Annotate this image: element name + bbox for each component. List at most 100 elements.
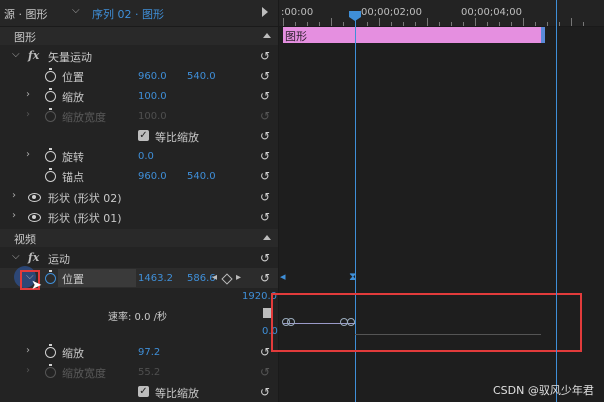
motion-position-x-value[interactable]: 1463.2	[138, 273, 173, 284]
ruler-tick	[487, 22, 488, 26]
sequence-tab[interactable]: 序列 02 · 图形	[92, 6, 164, 22]
ruler-tick	[571, 18, 572, 26]
chevron-right-icon[interactable]: ›	[26, 345, 30, 356]
clip-end-handle[interactable]	[541, 27, 545, 43]
ruler-tick	[547, 22, 548, 26]
keyframe-start-icon[interactable]: ◂	[280, 270, 286, 283]
reset-icon[interactable]: ↺	[260, 70, 272, 82]
chevron-down-icon[interactable]: ⌵	[12, 251, 20, 262]
motion-scale-width-value: 55.2	[138, 367, 161, 378]
position-x-value[interactable]: 960.0	[138, 71, 167, 82]
ruler-tick	[403, 22, 404, 26]
reset-icon[interactable]: ↺	[260, 191, 272, 203]
add-keyframe-icon[interactable]	[221, 273, 233, 285]
chevron-right-icon: ›	[26, 109, 30, 120]
ruler-tick	[475, 18, 476, 26]
ruler-tick	[331, 18, 332, 26]
chevron-right-icon[interactable]: ›	[12, 190, 16, 201]
param-motion-scale: › 缩放 97.2 ↺	[0, 342, 278, 362]
reset-icon[interactable]: ↺	[260, 50, 272, 62]
param-label: 位置	[62, 71, 84, 84]
fx-icon[interactable]: fx	[28, 49, 39, 62]
velocity-handle[interactable]	[287, 318, 295, 326]
checkbox-label: 等比缩放	[155, 387, 199, 400]
param-label: 缩放宽度	[62, 111, 106, 124]
checkbox-label: 等比缩放	[155, 131, 199, 144]
motion-scale-value[interactable]: 97.2	[138, 347, 160, 358]
next-keyframe-icon[interactable]: ▸	[236, 272, 241, 283]
ruler-tick	[319, 22, 320, 26]
param-label: 缩放	[62, 91, 84, 104]
reset-icon[interactable]: ↺	[260, 252, 272, 264]
scale-value[interactable]: 100.0	[138, 91, 167, 102]
timecode-end: 00;00;04;00	[461, 7, 523, 18]
stopwatch-icon[interactable]	[45, 168, 56, 182]
rotation-value[interactable]: 0.0	[138, 151, 154, 162]
position-y-value[interactable]: 540.0	[187, 71, 216, 82]
stopwatch-icon[interactable]	[45, 344, 56, 358]
ruler-tick	[343, 22, 344, 26]
reset-icon[interactable]: ↺	[260, 211, 272, 223]
timecode-start: :00:00	[281, 7, 314, 18]
param-motion-scale-width: › 缩放宽度 55.2 ↺	[0, 362, 278, 382]
shape-layer-01[interactable]: › 形状 (形状 01) ↺	[0, 207, 278, 227]
shape-label: 形状 (形状 01)	[48, 212, 122, 225]
ruler-tick	[415, 22, 416, 26]
param-scale-width: › 缩放宽度 100.0 ↺	[0, 106, 278, 126]
param-anchor: 锚点 960.0 540.0 ↺	[0, 166, 278, 186]
chevron-down-icon[interactable]: ⌵	[72, 5, 80, 16]
stopwatch-icon	[45, 364, 56, 378]
stopwatch-icon[interactable]	[45, 148, 56, 162]
chevron-down-icon[interactable]: ⌵	[12, 49, 20, 60]
effect-controls-panel: 源 · 图形 ⌵ 序列 02 · 图形 图形 ⌵ fx 矢量运动 ↺ 位置 96…	[0, 0, 279, 402]
section-graphic-label: 图形	[14, 31, 36, 44]
cursor-arrow-icon: ➤	[31, 278, 42, 293]
ruler-tick	[523, 18, 524, 26]
play-icon[interactable]	[262, 7, 268, 17]
collapse-up-icon[interactable]	[263, 235, 271, 240]
reset-icon[interactable]: ↺	[260, 272, 272, 284]
collapse-up-icon[interactable]	[263, 33, 271, 38]
reset-icon[interactable]: ↺	[260, 386, 272, 398]
velocity-handle[interactable]	[347, 318, 355, 326]
stopwatch-icon[interactable]	[45, 68, 56, 82]
reset-icon[interactable]: ↺	[260, 170, 272, 182]
scale-width-value: 100.0	[138, 111, 167, 122]
effect-label: 矢量运动	[48, 51, 92, 64]
clip-graphic[interactable]: 图形	[283, 27, 545, 43]
param-scale: › 缩放 100.0 ↺	[0, 86, 278, 106]
stopwatch-icon[interactable]	[45, 88, 56, 102]
reset-icon: ↺	[260, 109, 271, 123]
ruler-tick	[535, 22, 536, 26]
uniform-scale-checkbox[interactable]: ✓	[138, 386, 149, 397]
param-label: 缩放	[62, 347, 84, 360]
chevron-right-icon[interactable]: ›	[26, 149, 30, 160]
fx-icon[interactable]: fx	[28, 251, 39, 264]
effect-motion[interactable]: ⌵ fx 运动 ↺	[0, 248, 278, 268]
graph-toggle-icon[interactable]	[263, 308, 271, 318]
chevron-right-icon[interactable]: ›	[12, 210, 16, 221]
section-video: 视频	[0, 229, 278, 247]
reset-icon[interactable]: ↺	[260, 90, 272, 102]
ruler-tick	[439, 22, 440, 26]
effect-vector-motion[interactable]: ⌵ fx 矢量运动 ↺	[0, 46, 278, 66]
effect-label: 运动	[48, 253, 70, 266]
keyframe-end-icon[interactable]: ⧗	[349, 270, 357, 284]
ruler-tick	[463, 22, 464, 26]
ruler-tick	[295, 22, 296, 26]
reset-icon: ↺	[260, 365, 271, 379]
reset-icon[interactable]: ↺	[260, 150, 272, 162]
anchor-y-value[interactable]: 540.0	[187, 171, 216, 182]
anchor-x-value[interactable]: 960.0	[138, 171, 167, 182]
param-uniform-scale: ✓ 等比缩放 ↺	[0, 126, 278, 146]
source-tab[interactable]: 源 · 图形	[4, 6, 48, 22]
reset-icon[interactable]: ↺	[260, 130, 272, 142]
uniform-scale-checkbox[interactable]: ✓	[138, 130, 149, 141]
prev-keyframe-icon[interactable]: ◂	[212, 272, 217, 283]
stopwatch-icon[interactable]	[45, 270, 56, 284]
param-label: 锚点	[62, 171, 84, 184]
eye-icon[interactable]	[28, 213, 41, 222]
chevron-right-icon[interactable]: ›	[26, 89, 30, 100]
shape-layer-02[interactable]: › 形状 (形状 02) ↺	[0, 187, 278, 207]
eye-icon[interactable]	[28, 193, 41, 202]
